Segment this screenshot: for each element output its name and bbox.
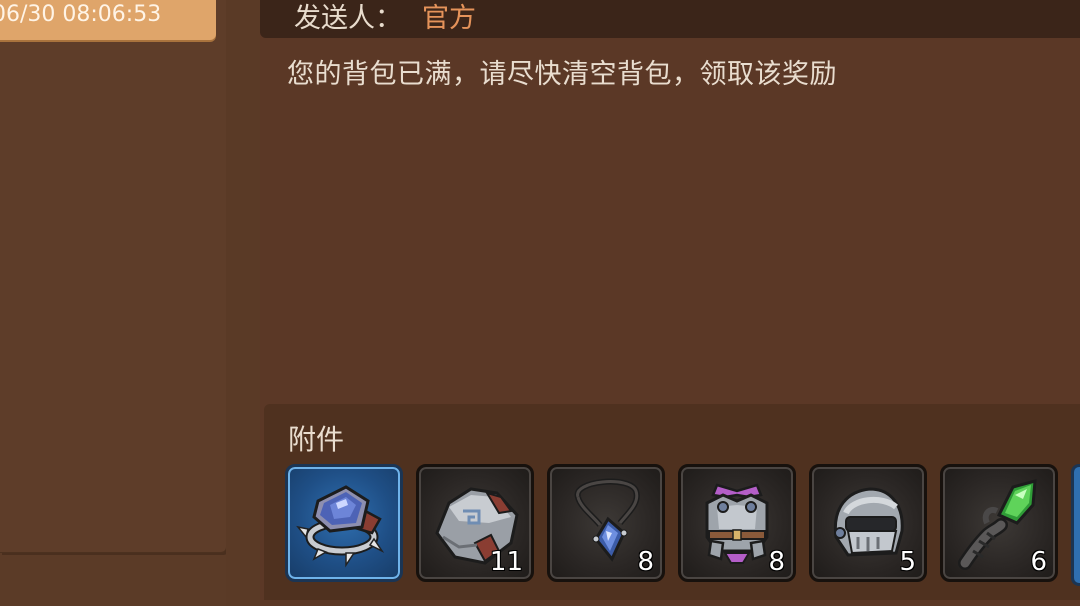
attachment-count: 6 <box>1030 547 1047 577</box>
attachment-slot-6[interactable]: 6 <box>940 464 1058 582</box>
attachments-section: 附件 11 8 8 5 6 <box>264 404 1080 600</box>
attachment-count: 5 <box>899 547 916 577</box>
attachment-slot-7-partial[interactable] <box>1071 464 1080 586</box>
attachment-count: 8 <box>637 547 654 577</box>
panel-gutter <box>226 0 260 606</box>
sender-bar: 发送人： 官方 <box>260 0 1080 38</box>
sapphire-spiked-ring-icon <box>296 485 385 568</box>
attachment-slot-2[interactable]: 11 <box>416 464 534 582</box>
attachment-slot-3[interactable]: 8 <box>547 464 665 582</box>
sender-name: 官方 <box>422 3 476 34</box>
attachment-slot-5[interactable]: 5 <box>809 464 927 582</box>
attachment-slot-4[interactable]: 8 <box>678 464 796 582</box>
mail-date: 06/30 08:06:53 <box>0 2 162 27</box>
mail-body-text: 您的背包已满，请尽快清空背包，领取该奖励 <box>287 59 837 90</box>
attachments-title: 附件 <box>288 423 345 456</box>
mail-list-item-selected[interactable]: 06/30 08:06:53 <box>0 0 216 40</box>
mail-list-panel: 06/30 08:06:53 <box>0 0 227 553</box>
attachment-slot-1[interactable] <box>285 464 403 582</box>
mail-detail-panel: 发送人： 官方 您的背包已满，请尽快清空背包，领取该奖励 附件 11 8 8 5… <box>260 0 1080 606</box>
attachment-count: 8 <box>768 547 785 577</box>
attachment-count: 11 <box>489 547 523 577</box>
sender-label: 发送人： <box>294 3 402 34</box>
